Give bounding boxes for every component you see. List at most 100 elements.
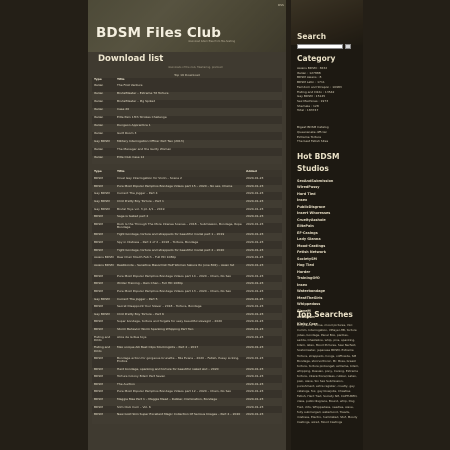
row-title-link[interactable]: Tight bondage, torture and strappado for…	[117, 233, 246, 241]
row-title-link[interactable]: Guilt Room 3	[117, 132, 246, 140]
row-title-link[interactable]: Maggie Mae Part 1 – Maggie Mead – Rubber…	[117, 398, 246, 406]
search-input[interactable]	[297, 44, 343, 49]
row-title-link[interactable]: Slim Club Cum – Vol. 6	[117, 406, 246, 414]
table-row[interactable]: Asians BDSM Raw Chair Mouth Fetch – Full …	[92, 256, 282, 264]
table-row[interactable]: Fisting and Dildo Max unique Alli Best Cl…	[92, 346, 282, 357]
row-title-link[interactable]: Secret Disappoint Your Slaver – 2018 – T…	[117, 305, 246, 313]
row-empty	[246, 148, 282, 156]
table-row[interactable]: Gay BDSM Military Interrogation Officer P…	[92, 140, 282, 148]
row-title-link[interactable]: Elite Club Case 12	[117, 156, 246, 164]
row-title-link[interactable]: Alice de la Rue toys	[117, 336, 246, 347]
table-row[interactable]: BDSM Super bondage, torture and forgets f…	[92, 320, 282, 329]
table-row[interactable]: BDSM Pure Most Popular Pamphos Bondage Vi…	[92, 184, 282, 193]
row-title-link[interactable]: Torture Colony Bdsm Part Seven	[117, 375, 246, 383]
table-row[interactable]: Italian BrutalMaster – Extreme Tit Tortur…	[92, 92, 282, 100]
row-title-link[interactable]: Realblonde – Sensitive Masochist Half Wo…	[117, 264, 246, 275]
table-row[interactable]: BDSM Spy in Distress – Part 2 of 2 – 2018…	[92, 241, 282, 249]
row-title-link[interactable]: Current The Jogger – Part 4	[117, 192, 246, 200]
table-row[interactable]: BDSM Rock Is the Through The More Intense…	[92, 222, 282, 234]
row-title-link[interactable]: Super bondage, torture and forgets for s…	[117, 320, 246, 328]
row-date: 2020-01-23	[246, 328, 264, 332]
table-row[interactable]: BDSM The Auction 2020-01-23	[92, 382, 282, 391]
row-title-link[interactable]: Bondage action for gorgeous brunette – M…	[117, 357, 246, 368]
table-row[interactable]: BDSM Tight bondage, torture and strappado…	[92, 233, 282, 242]
table-row[interactable]: BDSM Maggie Mae Part 1 – Maggie Mead – Ru…	[92, 398, 282, 406]
table-row[interactable]: Italian Case 20	[92, 108, 282, 116]
row-title-link[interactable]: Spy in Distress – Part 2 of 2 – 2018 – T…	[117, 241, 246, 249]
row-title-link[interactable]: Rock Is the Through The More Intense Sce…	[117, 223, 246, 234]
table-row[interactable]: Italian BrutalMaster – Pig Spiked	[92, 100, 282, 108]
table-row[interactable]: BDSM Storm Behavior Worm Spanking Whippin…	[92, 328, 282, 336]
row-title-link[interactable]: The Auction	[117, 383, 246, 391]
sidebar-link[interactable]: The best Fetish Sites	[297, 139, 359, 144]
row-empty	[246, 156, 282, 164]
row-title-link[interactable]: The Manager and the Guilty Woman	[117, 148, 246, 156]
table-row[interactable]: Asians BDSM Realblonde – Sensitive Masoch…	[92, 264, 282, 275]
row-title-link[interactable]: Military Interrogation Officer Part Two …	[117, 140, 246, 148]
row-title-link[interactable]: Max unique Alli Best Clips Stockinglots …	[117, 346, 246, 357]
table-row[interactable]: Italian Elite Club Case 12	[92, 156, 282, 164]
table-row[interactable]: BDSM Winter Training – Rain Chan – Full H…	[92, 282, 282, 290]
row-type: BDSM	[94, 222, 103, 226]
table-row[interactable]: Gay BDSM Clint Pretty Boy Torture – Part …	[92, 312, 282, 321]
table-row[interactable]: Gay BDSM Current The Jogger – Part 5 2020-…	[92, 297, 282, 306]
table-row[interactable]: Gay BDSM Brutal Toys vol. 3 pt. 4/1 – 201…	[92, 207, 282, 216]
table-row[interactable]: BDSM Slim Club Cum – Vol. 6 2020-01-23	[92, 405, 282, 414]
row-title-link[interactable]: Storm Behavior Worm Spanking Whipping Pa…	[117, 328, 246, 336]
table-row[interactable]: Gay BDSM Clint Pretty Boy Torture – Part …	[92, 199, 282, 208]
table-row[interactable]: BDSM Bondage action for gorgeous brunette…	[92, 356, 282, 368]
table-row[interactable]: BDSM Tight bondage, torture and strappado…	[92, 248, 282, 257]
row-title-link[interactable]: The First Venture	[117, 84, 246, 92]
table-row[interactable]: Italian The First Venture	[92, 84, 282, 92]
table-row[interactable]: BDSM Pure Most Popular Pamphos Bondage Vi…	[92, 274, 282, 283]
row-date: 2020-01-23	[246, 282, 264, 286]
row-title-link[interactable]: New Gold Skin Super Excellent Magic Coll…	[117, 413, 246, 424]
row-title-link[interactable]: Elite Pain 13th Strokes Challenge	[117, 116, 246, 124]
table-row[interactable]: BDSM Pure Most Popular Pamphos Bondage Vi…	[92, 289, 282, 298]
table-row[interactable]: BDSM Secret Disappoint Your Slaver – 2018…	[92, 305, 282, 313]
row-title-link[interactable]: BrutalMaster – Pig Spiked	[117, 100, 246, 108]
category-link[interactable]: Total : 183747	[297, 108, 359, 113]
table-row[interactable]: Italian Elite Pain 13th Strokes Challenge	[92, 116, 282, 124]
row-title-link[interactable]: Pure Most Popular Pamphos Bondage Videos…	[117, 275, 246, 283]
table-row[interactable]: BDSM Cruel Gay Interrogation for Violin –…	[92, 177, 282, 185]
table-row[interactable]: Italian The Manager and the Guilty Woman	[92, 148, 282, 156]
row-title-link[interactable]: Pure Most Popular Pamphos Bondage Videos…	[117, 390, 246, 398]
row-title-link[interactable]: Clint Pretty Boy Torture – Part 1	[117, 200, 246, 208]
top-searches-cloud[interactable]: DirtyTeens, Nurse, mood pictures, VLC Cu…	[297, 323, 359, 425]
rss-link[interactable]: RSS	[278, 3, 284, 7]
row-type: BDSM	[94, 390, 103, 394]
row-type: BDSM	[94, 367, 103, 371]
row-title-link[interactable]: Clint Pretty Boy Torture – Part 6	[117, 313, 246, 321]
table-row[interactable]: BDSM Hard bondage, spanking and torture f…	[92, 367, 282, 376]
table-row[interactable]: Fisting and Dildo Alice de la Rue toys 202…	[92, 335, 282, 347]
table-row[interactable]: BDSM New Gold Skin Super Excellent Magic …	[92, 413, 282, 424]
row-title-link[interactable]: Cruel Gay Interrogation for Violin – Sce…	[117, 177, 246, 185]
table-row[interactable]: Italian Guilt Room 3	[92, 132, 282, 140]
row-date: 2020-01-23	[246, 264, 264, 267]
row-type: BDSM	[94, 413, 103, 417]
search-button[interactable]	[345, 44, 351, 49]
row-title-link[interactable]: Winter Training – Rain Chan – Full HD 10…	[117, 282, 246, 290]
table-row[interactable]: BDSM Torture Colony Bdsm Part Seven 2020-0…	[92, 375, 282, 383]
row-title-link[interactable]: Hard bondage, spanking and torture for b…	[117, 368, 246, 376]
site-title[interactable]: BDSM Files Club	[96, 25, 221, 41]
row-title-link[interactable]: Sage is tested part 2	[117, 215, 246, 223]
table-row[interactable]: Italian Dungeon Apprentice 1	[92, 124, 282, 132]
row-title-link[interactable]: Pure Most Popular Pamphos Bondage Videos…	[117, 185, 246, 193]
row-title-link[interactable]: Tight bondage, torture and strappado for…	[117, 249, 246, 257]
row-title-link[interactable]: Dungeon Apprentice 1	[117, 124, 246, 132]
row-title-link[interactable]: Case 20	[117, 108, 246, 116]
row-date: 2020-01-23	[246, 335, 264, 339]
row-title-link[interactable]: BrutalMaster – Extreme Tit Torture	[117, 92, 246, 100]
row-title-link[interactable]: Brutal Toys vol. 3 pt. 4/1 – 2019	[117, 208, 246, 216]
row-type: Italian	[94, 124, 104, 127]
row-date: 2020-01-23	[246, 274, 264, 278]
table-row[interactable]: BDSM Sage is tested part 2 2020-01-23	[92, 215, 282, 223]
table-row[interactable]: BDSM Pure Most Popular Pamphos Bondage Vi…	[92, 390, 282, 399]
row-title-link[interactable]: Current The Jogger – Part 5	[117, 298, 246, 306]
row-title-link[interactable]: Pure Most Popular Pamphos Bondage Videos…	[117, 290, 246, 298]
row-date: 2020-01-23	[246, 390, 264, 394]
table-row[interactable]: Gay BDSM Current The Jogger – Part 4 2020-…	[92, 192, 282, 200]
row-title-link[interactable]: Raw Chair Mouth Fetch – Full HD 1080p	[117, 256, 246, 264]
